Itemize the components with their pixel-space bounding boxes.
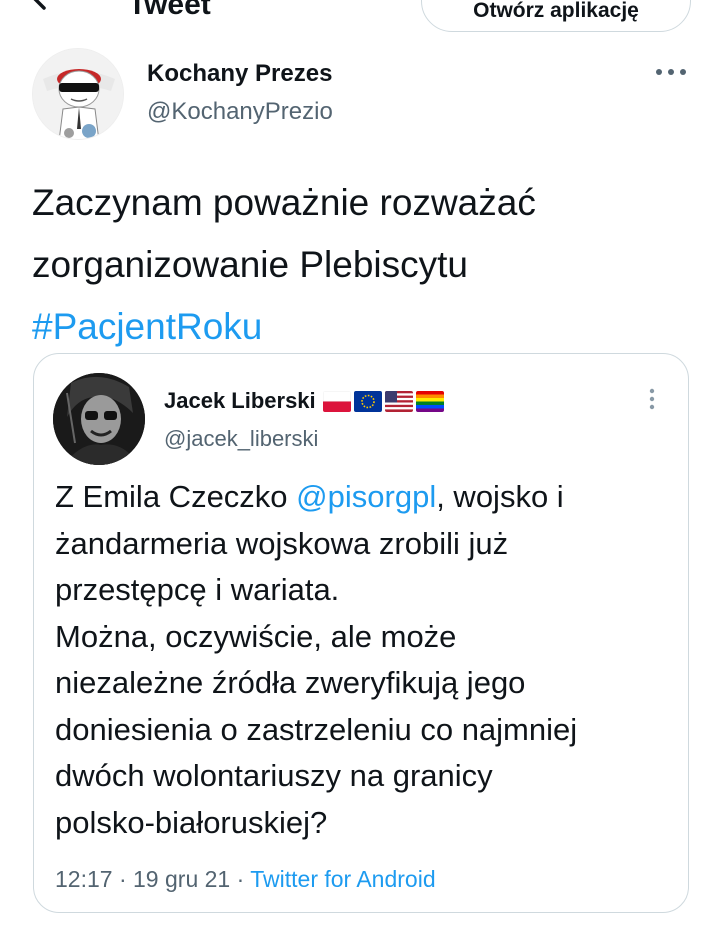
author-handle[interactable]: @KochanyPrezio	[147, 98, 333, 126]
open-app-label: Otwórz aplikację	[473, 0, 639, 22]
tweet-text-line: zorganizowanie Plebiscytu	[32, 244, 469, 285]
usa-flag-icon	[384, 390, 413, 412]
cartoon-avatar-icon	[33, 49, 123, 139]
meta-separator: ·	[112, 866, 134, 892]
top-bar: Tweet Otwórz aplikację	[0, 0, 711, 46]
arrow-left-icon	[33, 0, 46, 10]
quoted-text-line: polsko-białoruskiej?	[55, 804, 328, 840]
tweet-date: 19 gru 21	[133, 866, 231, 892]
quoted-text-prefix: Z Emila Czeczko	[55, 479, 297, 514]
more-horizontal-icon	[656, 69, 686, 75]
more-vertical-icon	[649, 388, 655, 410]
quoted-author-handle[interactable]: @jacek_liberski	[164, 426, 318, 452]
quoted-tweet-text: Z Emila Czeczko @pisorgpl, wojsko i żand…	[55, 474, 675, 846]
meta-separator: ·	[230, 866, 251, 892]
quoted-text-line: doniesienia o zastrzeleniu co najmniej	[55, 711, 578, 747]
mention-link[interactable]: @pisorgpl	[296, 479, 436, 514]
quoted-avatar[interactable]	[53, 373, 145, 465]
tweet-source-link[interactable]: Twitter for Android	[250, 866, 435, 892]
person-photo-icon	[53, 373, 145, 465]
tweet-text: Zaczynam poważnie rozważać zorganizowani…	[32, 172, 672, 358]
quoted-text-line: niezależne źródła zweryfikują jego	[55, 665, 526, 700]
page-title: Tweet	[128, 0, 211, 21]
quoted-text-line: żandarmeria wojskowa zrobili już	[55, 525, 509, 561]
quoted-text-line: dwóch wolontariuszy na granicy	[55, 758, 493, 793]
quoted-text-line: przestępcę i wariata.	[55, 572, 340, 607]
quoted-text-line: Można, oczywiście, ale może	[55, 618, 457, 654]
quoted-text-line: Z Emila Czeczko @pisorgpl, wojsko i	[55, 474, 675, 521]
quoted-author-name-text: Jacek Liberski	[164, 388, 316, 413]
quoted-tweet-meta: 12:17 · 19 gru 21 · Twitter for Android	[55, 866, 436, 893]
rainbow-flag-icon	[415, 390, 444, 412]
quoted-text-suffix: , wojsko i	[436, 479, 564, 514]
hashtag-link[interactable]: #PacjentRoku	[32, 306, 262, 347]
quoted-more-button[interactable]	[642, 386, 662, 414]
more-options-button[interactable]	[652, 60, 692, 84]
eu-flag-icon	[353, 390, 382, 412]
back-button[interactable]	[30, 0, 70, 22]
poland-flag-icon	[322, 390, 351, 412]
quoted-tweet-card[interactable]: Jacek Liberski @jacek_liberski Z Emila C…	[33, 353, 689, 913]
tweet-time: 12:17	[55, 866, 113, 892]
quoted-author-name[interactable]: Jacek Liberski	[164, 388, 444, 414]
author-name[interactable]: Kochany Prezes	[147, 60, 332, 88]
flag-emojis	[322, 390, 444, 412]
open-app-button[interactable]: Otwórz aplikację	[421, 0, 691, 32]
tweet-text-line: Zaczynam poważnie rozważać	[32, 182, 536, 223]
avatar[interactable]	[32, 48, 124, 140]
